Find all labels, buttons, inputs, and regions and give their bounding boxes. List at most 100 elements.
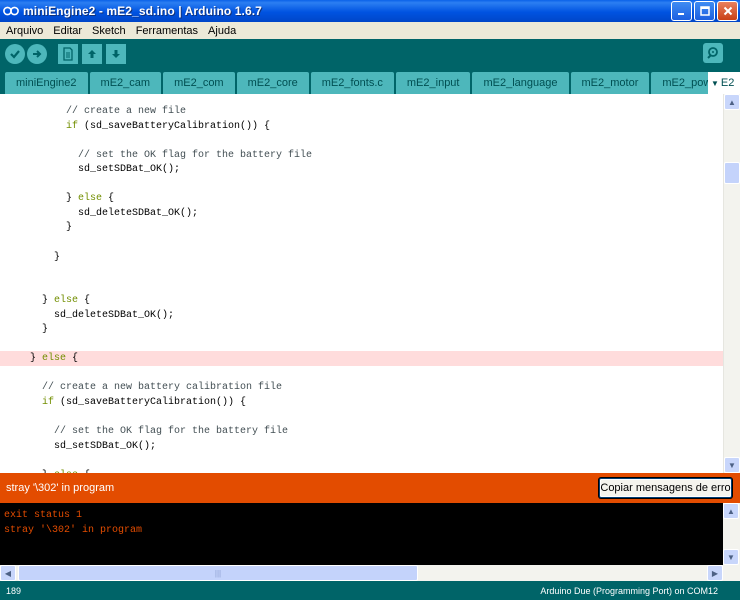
tab-bar: miniEngine2 mE2_cam mE2_com mE2_core mE2… xyxy=(0,68,740,94)
tab-me2-core[interactable]: mE2_core xyxy=(236,72,309,94)
code-token: sd_deleteSDBat_OK(); xyxy=(54,309,175,321)
menu-sketch[interactable]: Sketch xyxy=(87,25,131,37)
code-token: (sd_saveBatteryCalibration()) { xyxy=(54,397,247,408)
code-token: } xyxy=(54,251,61,263)
menu-bar: Arquivo Editar Sketch Ferramentas Ajuda xyxy=(0,22,740,39)
code-token: sd_setSDBat_OK(); xyxy=(78,164,181,176)
open-button[interactable] xyxy=(82,43,102,64)
code-line: } xyxy=(0,322,723,337)
line-number: 189 xyxy=(6,585,22,596)
error-status-bar: stray '\302' in program Copiar mensagens… xyxy=(0,473,740,503)
window-controls xyxy=(671,1,738,21)
scroll-right-button[interactable]: ▶ xyxy=(707,565,723,581)
arrow-left-icon: ◀ xyxy=(4,568,12,578)
tab-me2-fonts[interactable]: mE2_fonts.c xyxy=(310,72,394,94)
title-bar[interactable]: miniEngine2 - mE2_sd.ino | Arduino 1.6.7 xyxy=(0,0,740,22)
scroll-down-button[interactable]: ▼ xyxy=(724,457,740,473)
magnifier-icon xyxy=(707,47,718,59)
code-line: if (sd_saveBatteryCalibration()) { xyxy=(0,395,723,410)
upload-button[interactable] xyxy=(27,43,47,64)
code-token: // create a new battery calibration file xyxy=(42,382,283,394)
editor-vertical-scrollbar[interactable]: ▲ ▼ xyxy=(723,94,740,473)
arrow-right-icon: ▶ xyxy=(711,568,719,578)
maximize-icon xyxy=(699,6,710,16)
code-token: else xyxy=(78,193,103,205)
console-scroll-up-button[interactable]: ▲ xyxy=(723,503,739,519)
menu-editar[interactable]: Editar xyxy=(48,25,87,37)
console-line: exit status 1 xyxy=(4,510,83,521)
code-line: // create a new file xyxy=(0,104,723,119)
copy-error-messages-button[interactable]: Copiar mensagens de erro xyxy=(599,478,732,498)
code-line: } xyxy=(0,220,723,235)
code-token: else xyxy=(42,353,67,365)
code-line: sd_setSDBat_OK(); xyxy=(0,162,723,177)
scroll-left-button[interactable]: ◀ xyxy=(0,565,16,581)
tab-overflow-label: E2 xyxy=(720,77,735,89)
code-token: { xyxy=(102,193,115,205)
console-vertical-scrollbar[interactable]: ▲ ▼ xyxy=(723,503,740,565)
console-scroll-down-button[interactable]: ▼ xyxy=(723,549,739,565)
menu-ajuda[interactable]: Ajuda xyxy=(203,25,241,37)
tab-menu-button[interactable]: ▼ E2 xyxy=(708,72,740,94)
menu-arquivo[interactable]: Arquivo xyxy=(0,25,48,37)
code-token: } xyxy=(42,324,49,336)
code-token: { xyxy=(78,295,91,307)
serial-monitor-button[interactable] xyxy=(703,43,723,63)
close-button[interactable] xyxy=(717,1,738,21)
maximize-button[interactable] xyxy=(694,1,715,21)
code-token: if xyxy=(66,120,79,132)
code-line: // set the OK flag for the battery file xyxy=(0,148,723,163)
horizontal-scrollbar-thumb[interactable]: ||| xyxy=(18,565,418,581)
arrow-down-icon: ▼ xyxy=(727,552,735,562)
triangle-down-icon: ▼ xyxy=(711,78,719,88)
tab-me2-cam[interactable]: mE2_cam xyxy=(89,72,162,94)
new-button[interactable] xyxy=(58,43,78,64)
code-token: } xyxy=(66,222,73,234)
code-token: } xyxy=(30,353,43,365)
code-line: sd_deleteSDBat_OK(); xyxy=(0,206,723,221)
minimize-button[interactable] xyxy=(671,1,692,21)
tab-me2-input[interactable]: mE2_input xyxy=(395,72,471,94)
arrow-right-icon xyxy=(33,49,42,58)
verify-button[interactable] xyxy=(5,43,25,64)
scroll-up-button[interactable]: ▲ xyxy=(724,94,740,110)
code-line: sd_deleteSDBat_OK(); xyxy=(0,308,723,323)
code-token: { xyxy=(66,353,79,365)
tab-miniengine2[interactable]: miniEngine2 xyxy=(5,72,88,94)
code-line: } else { xyxy=(0,191,723,206)
console-horizontal-scrollbar[interactable]: ◀ ||| ▶ xyxy=(0,565,740,581)
code-line: sd_setSDBat_OK(); xyxy=(0,439,723,454)
footer-status-bar: 189 Arduino Due (Programming Port) on CO… xyxy=(0,581,740,600)
console-output[interactable]: exit status 1 stray '\302' in program xyxy=(0,503,723,565)
code-editor[interactable]: // create a new file if (sd_saveBatteryC… xyxy=(0,94,723,473)
code-line: } xyxy=(0,250,723,265)
menu-ferramentas[interactable]: Ferramentas xyxy=(131,25,203,37)
save-button[interactable] xyxy=(106,43,126,64)
tab-me2-com[interactable]: mE2_com xyxy=(163,72,235,94)
scrollbar-thumb[interactable] xyxy=(724,162,740,184)
tab-me2-motor[interactable]: mE2_motor xyxy=(570,72,650,94)
code-line: } else { xyxy=(0,293,723,308)
tab-me2-language[interactable]: mE2_language xyxy=(472,72,569,94)
code-line: } else { xyxy=(0,351,723,367)
board-port-info: Arduino Due (Programming Port) on COM12 xyxy=(540,585,718,596)
code-token: // set the OK flag for the battery file xyxy=(78,149,313,161)
code-token: if xyxy=(42,397,55,408)
code-line: if (sd_saveBatteryCalibration()) { xyxy=(0,119,723,134)
open-arrow-up-icon xyxy=(88,49,96,58)
toolbar xyxy=(0,39,740,68)
